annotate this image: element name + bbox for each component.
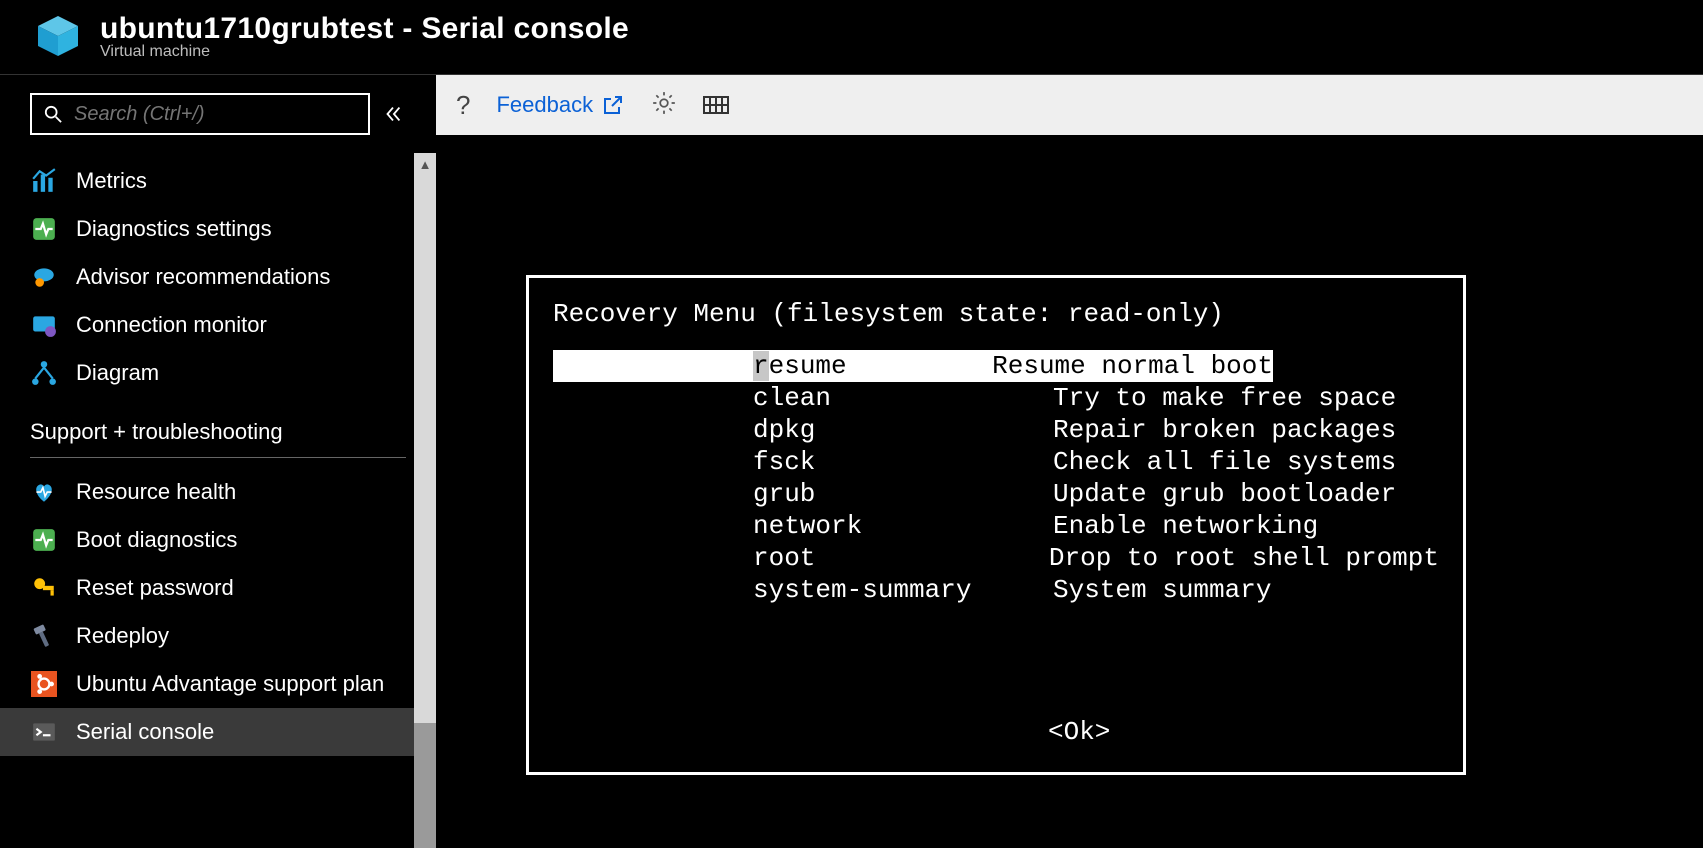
sidebar-item-reset-password[interactable]: Reset password [0, 564, 436, 612]
sidebar-item-label: Diagram [76, 360, 159, 386]
serial-console-output[interactable]: Recovery Menu (filesystem state: read-on… [436, 135, 1703, 848]
external-link-icon [601, 93, 625, 117]
recovery-menu-title: Recovery Menu (filesystem state: read-on… [553, 298, 1439, 330]
recovery-menu-item[interactable]: grubUpdate grub bootloader [553, 478, 1439, 510]
sidebar-item-label: Metrics [76, 168, 147, 194]
recovery-menu-list: resumeResume normal bootcleanTry to make… [553, 350, 1439, 606]
console-icon [30, 718, 58, 746]
scrollbar-thumb[interactable] [414, 723, 436, 848]
page-header: ubuntu1710grubtest - Serial console Virt… [0, 0, 1703, 75]
ubuntu-icon [30, 670, 58, 698]
recovery-menu-item[interactable]: system-summarySystem summary [553, 574, 1439, 606]
sidebar-section-title: Support + troubleshooting [0, 397, 436, 451]
vm-cube-icon [30, 8, 86, 64]
gear-icon [651, 90, 677, 116]
sidebar-item-metrics[interactable]: Metrics [0, 157, 436, 205]
toolbar: ? Feedback [436, 75, 1703, 135]
recovery-menu-item[interactable]: cleanTry to make free space [553, 382, 1439, 414]
keyboard-button[interactable] [703, 95, 729, 115]
recovery-menu-item[interactable]: dpkgRepair broken packages [553, 414, 1439, 446]
recovery-menu-item[interactable]: rootDrop to root shell prompt [553, 542, 1439, 574]
sidebar-divider [30, 457, 406, 458]
scroll-up-arrow-icon[interactable]: ▲ [414, 153, 436, 175]
search-box[interactable] [30, 93, 370, 135]
health-icon [30, 478, 58, 506]
feedback-button[interactable]: Feedback [496, 92, 625, 118]
search-input[interactable] [74, 103, 356, 126]
page-title: ubuntu1710grubtest - Serial console [100, 12, 629, 46]
key-icon [30, 574, 58, 602]
recovery-menu-ok-button[interactable]: <Ok> [553, 716, 1439, 748]
sidebar-item-label: Boot diagnostics [76, 527, 237, 553]
sidebar-item-label: Resource health [76, 479, 236, 505]
sidebar-item-label: Diagnostics settings [76, 216, 272, 242]
sidebar: Metrics Diagnostics settings Advisor rec… [0, 75, 436, 848]
sidebar-item-advisor[interactable]: Advisor recommendations [0, 253, 436, 301]
settings-button[interactable] [651, 90, 677, 121]
diagram-icon [30, 359, 58, 387]
sidebar-item-serial-console[interactable]: Serial console [0, 708, 436, 756]
sidebar-item-boot-diagnostics[interactable]: Boot diagnostics [0, 516, 436, 564]
keyboard-icon [703, 95, 729, 115]
connection-monitor-icon [30, 311, 58, 339]
recovery-menu-item[interactable]: networkEnable networking [553, 510, 1439, 542]
collapse-sidebar-button[interactable] [380, 101, 406, 127]
sidebar-scrollbar[interactable]: ▲ [414, 153, 436, 848]
sidebar-item-redeploy[interactable]: Redeploy [0, 612, 436, 660]
recovery-menu-item[interactable]: fsckCheck all file systems [553, 446, 1439, 478]
hammer-icon [30, 622, 58, 650]
sidebar-item-diagram[interactable]: Diagram [0, 349, 436, 397]
sidebar-item-resource-health[interactable]: Resource health [0, 468, 436, 516]
feedback-label: Feedback [496, 92, 593, 118]
sidebar-nav: Metrics Diagnostics settings Advisor rec… [0, 153, 436, 756]
help-button[interactable]: ? [456, 90, 470, 121]
sidebar-item-ubuntu-advantage[interactable]: Ubuntu Advantage support plan [0, 660, 436, 708]
sidebar-item-label: Connection monitor [76, 312, 267, 338]
recovery-menu-item[interactable]: resumeResume normal boot [553, 350, 1273, 382]
search-icon [44, 105, 62, 123]
sidebar-item-label: Redeploy [76, 623, 169, 649]
sidebar-item-diagnostics-settings[interactable]: Diagnostics settings [0, 205, 436, 253]
sidebar-item-label: Advisor recommendations [76, 264, 330, 290]
sidebar-item-label: Serial console [76, 719, 214, 745]
sidebar-item-label: Ubuntu Advantage support plan [76, 671, 384, 697]
sidebar-item-connection-monitor[interactable]: Connection monitor [0, 301, 436, 349]
diagnostics-icon [30, 215, 58, 243]
boot-diagnostics-icon [30, 526, 58, 554]
recovery-menu-window: Recovery Menu (filesystem state: read-on… [526, 275, 1466, 775]
advisor-icon [30, 263, 58, 291]
sidebar-item-label: Reset password [76, 575, 234, 601]
metrics-icon [30, 167, 58, 195]
